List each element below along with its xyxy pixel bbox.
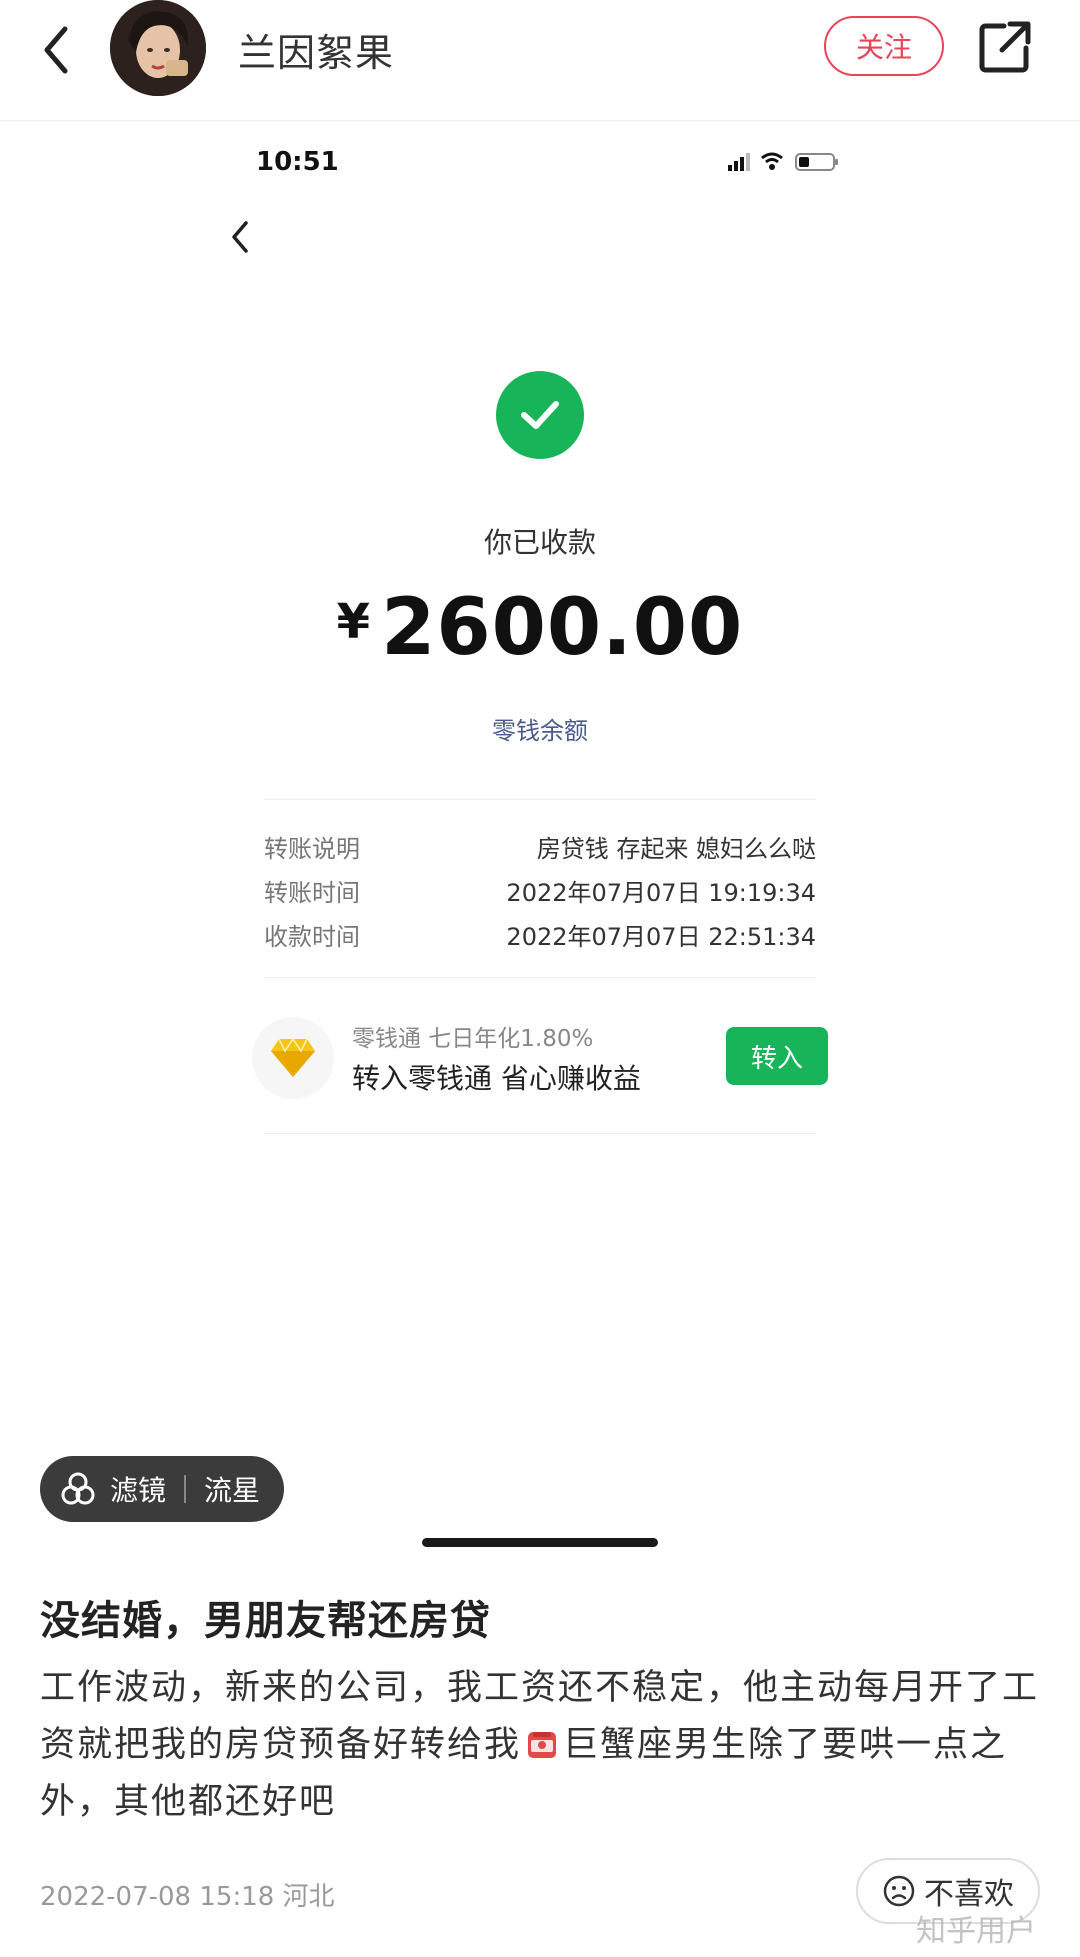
filter-separator [184,1475,187,1503]
status-time: 10:51 [256,147,339,177]
detail-row: 转账时间 2022年07月07日 19:19:34 [264,873,816,909]
watermark: 知乎用户 [916,1914,1036,1949]
post-detail-page: 兰因絮果 关注 10:51 你已收款 ¥ 2600.00 零钱余额 转账说明 房… [0,0,1080,1957]
divider [264,1133,816,1134]
success-check-icon [496,371,584,459]
promo-subtitle: 零钱通 七日年化1.80% [352,1026,594,1052]
promo-title: 转入零钱通 省心赚收益 [352,1062,641,1095]
received-status: 你已收款 [483,526,596,559]
username[interactable]: 兰因絮果 [238,22,394,77]
filter-label: 滤镜 [110,1474,167,1507]
image-indicator [422,1538,658,1547]
filter-value: 流星 [204,1474,261,1507]
top-bar: 兰因絮果 关注 [0,0,1080,121]
sad-face-icon [883,1875,915,1907]
user-avatar-image [110,0,206,96]
post-body: 工作波动，新来的公司，我工资还不稳定，他主动每月开了工资就把我的房贷预备好转给我… [40,1660,1040,1831]
balance-link: 零钱余额 [492,717,588,745]
status-icons [726,149,846,173]
detail-value: 2022年07月07日 22:51:34 [506,923,816,951]
amount-value: 2600.00 [381,583,744,673]
filter-tag[interactable]: 滤镜 流星 [40,1456,285,1522]
post-meta: 2022-07-08 15:18 河北 [40,1882,335,1912]
battery-icon [795,153,838,171]
back-button[interactable] [28,18,84,82]
amount: ¥2600.00 [0,583,1080,673]
detail-row: 转账说明 房贷钱 存起来 媳妇么么哒 [264,829,816,865]
transfer-in-button: 转入 [726,1027,828,1085]
detail-key: 收款时间 [264,923,360,951]
signal-icon [728,153,750,171]
detail-value: 房贷钱 存起来 媳妇么么哒 [536,835,816,863]
inner-back-icon [228,217,264,265]
post-title: 没结婚，男朋友帮还房贷 [40,1598,491,1644]
avatar[interactable] [110,0,206,96]
follow-button[interactable]: 关注 [824,16,944,76]
divider [264,799,816,800]
detail-value: 2022年07月07日 19:19:34 [506,879,816,907]
back-chevron-icon [44,26,68,74]
diamond-icon [252,1017,334,1099]
red-envelope-emoji [528,1732,557,1758]
share-button[interactable] [978,20,1032,74]
wifi-icon [761,152,783,170]
detail-row: 收款时间 2022年07月07日 22:51:34 [264,917,816,953]
post-image[interactable]: 10:51 你已收款 ¥ 2600.00 零钱余额 转账说明 房贷钱 存起来 媳… [0,121,1080,1451]
filter-circles-icon [61,1472,95,1505]
detail-key: 转账时间 [264,879,360,907]
share-external-icon [979,21,1031,73]
detail-key: 转账说明 [264,835,360,863]
currency-symbol: ¥ [336,594,372,650]
divider [264,977,816,978]
